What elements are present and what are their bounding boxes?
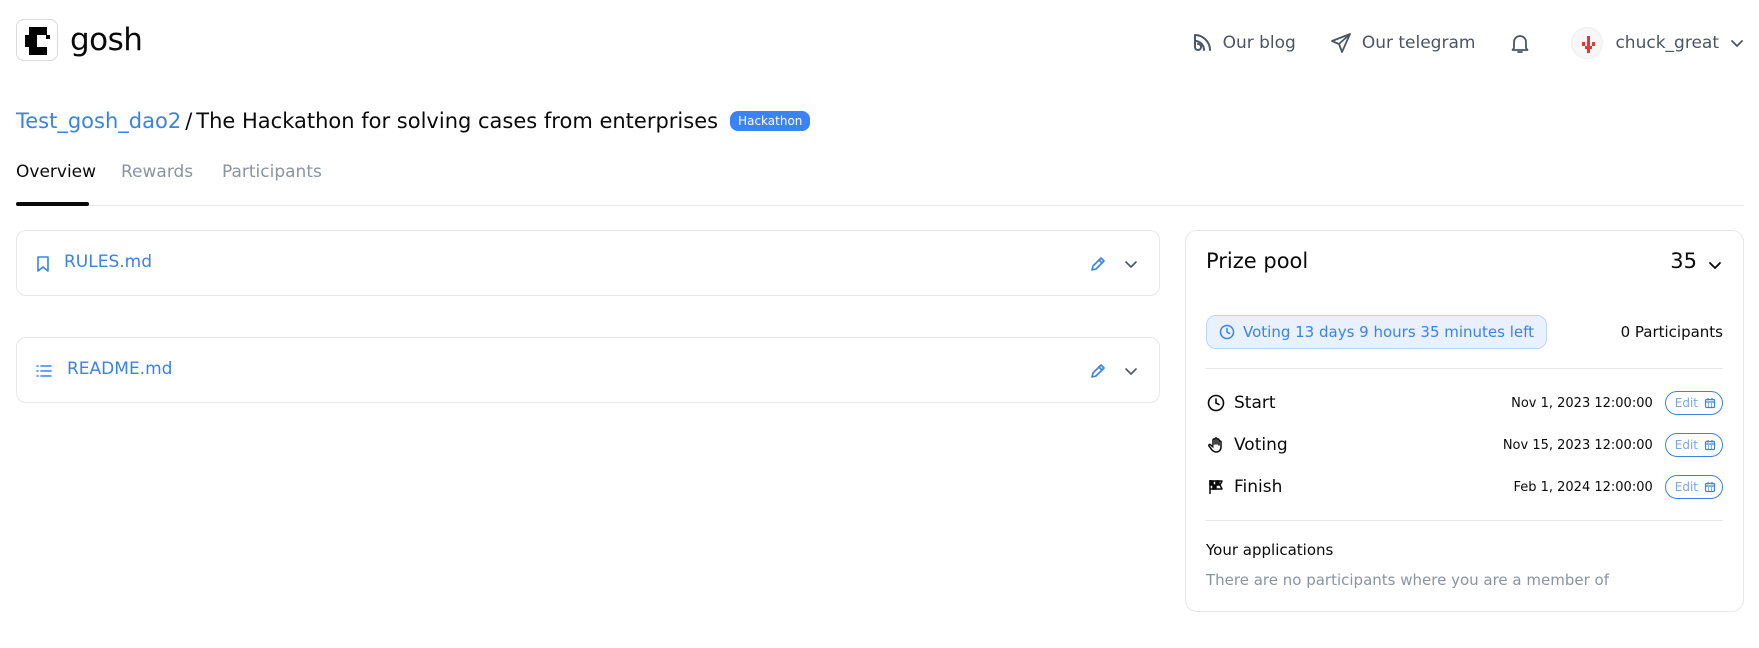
dao-link[interactable]: Test_gosh_dao2 — [16, 109, 181, 133]
file-card-rules: RULES.md — [16, 230, 1160, 296]
avatar-icon — [1582, 36, 1596, 53]
breadcrumb-separator: / — [185, 109, 193, 133]
edit-label: Edit — [1674, 480, 1698, 494]
pencil-icon[interactable] — [1089, 255, 1107, 273]
blog-label: Our blog — [1222, 33, 1296, 53]
stage-date: Nov 15, 2023 12:00:00 — [1502, 437, 1653, 453]
edit-voting-button[interactable]: Edit — [1664, 433, 1723, 457]
stage-date: Nov 1, 2023 12:00:00 — [1511, 395, 1653, 411]
stage-label: Voting — [1234, 435, 1288, 455]
stage-label: Start — [1234, 393, 1276, 413]
applications-title: Your applications — [1206, 541, 1334, 559]
prize-pool-title: Prize pool — [1206, 249, 1309, 273]
file-name-rules[interactable]: RULES.md — [64, 252, 152, 272]
user-menu[interactable]: chuck_great — [1571, 27, 1745, 59]
stage-voting: Voting Nov 15, 2023 12:00:00 Edit — [1206, 432, 1723, 458]
header-nav: Our blog Our telegram chuck_great — [1191, 24, 1745, 62]
voting-status-pill: Voting 13 days 9 hours 35 minutes left — [1206, 315, 1548, 349]
pencil-icon[interactable] — [1089, 362, 1107, 380]
calendar-icon — [1704, 398, 1716, 409]
file-name-readme[interactable]: README.md — [67, 359, 172, 379]
tab-overview[interactable]: Overview — [16, 162, 96, 206]
bookmark-icon — [37, 256, 49, 272]
participants-count: 0 Participants — [1620, 323, 1723, 341]
edit-finish-button[interactable]: Edit — [1664, 475, 1723, 499]
logo-text: gosh — [70, 22, 143, 58]
tab-rewards[interactable]: Rewards — [121, 162, 193, 206]
edit-label: Edit — [1674, 438, 1698, 452]
chevron-down-icon[interactable] — [1707, 257, 1723, 273]
chevron-down-icon[interactable] — [1123, 363, 1139, 379]
applications-empty-text: There are no participants where you are … — [1206, 571, 1609, 589]
calendar-icon — [1704, 440, 1716, 451]
prize-pool-panel: Prize pool 35 Voting 13 days 9 hours 35 … — [1185, 230, 1744, 612]
calendar-icon — [1704, 482, 1716, 493]
bell-icon — [1512, 35, 1529, 53]
send-icon — [1330, 33, 1351, 53]
avatar — [1571, 27, 1604, 59]
edit-label: Edit — [1674, 396, 1698, 410]
stage-finish: Finish Feb 1, 2024 12:00:00 Edit — [1206, 474, 1723, 500]
divider — [1206, 520, 1723, 521]
divider — [1206, 368, 1723, 369]
username: chuck_great — [1615, 33, 1719, 53]
chevron-down-icon[interactable] — [1123, 256, 1139, 272]
rss-icon — [1193, 34, 1211, 51]
type-badge: Hackathon — [730, 111, 811, 131]
clock-icon — [1219, 324, 1235, 340]
telegram-label: Our telegram — [1361, 33, 1476, 53]
page-title-row: Test_gosh_dao2 / The Hackathon for solvi… — [16, 106, 811, 136]
list-icon — [36, 365, 52, 377]
blog-link[interactable]: Our blog — [1191, 32, 1296, 54]
stage-label: Finish — [1234, 477, 1283, 497]
chevron-down-icon — [1731, 40, 1743, 47]
edit-start-button[interactable]: Edit — [1664, 391, 1723, 415]
file-card-readme: README.md — [16, 337, 1160, 403]
telegram-link[interactable]: Our telegram — [1330, 32, 1476, 54]
logo[interactable]: gosh — [16, 19, 143, 61]
tab-bar: Overview Rewards Participants — [16, 162, 1744, 206]
stage-date: Feb 1, 2024 12:00:00 — [1513, 479, 1653, 495]
tab-participants[interactable]: Participants — [222, 162, 322, 206]
top-header: gosh Our blog Our telegram chuck_great — [0, 0, 1759, 86]
prize-pool-amount: 35 — [1670, 249, 1697, 273]
hand-icon — [1206, 436, 1226, 454]
stage-start: Start Nov 1, 2023 12:00:00 Edit — [1206, 390, 1723, 416]
flag-icon — [1206, 478, 1226, 496]
page-title: The Hackathon for solving cases from ent… — [196, 109, 719, 133]
gosh-logo-icon — [16, 19, 58, 61]
clock-icon — [1206, 394, 1226, 412]
voting-status-text: Voting 13 days 9 hours 35 minutes left — [1243, 323, 1535, 341]
notifications-button[interactable] — [1509, 32, 1531, 54]
